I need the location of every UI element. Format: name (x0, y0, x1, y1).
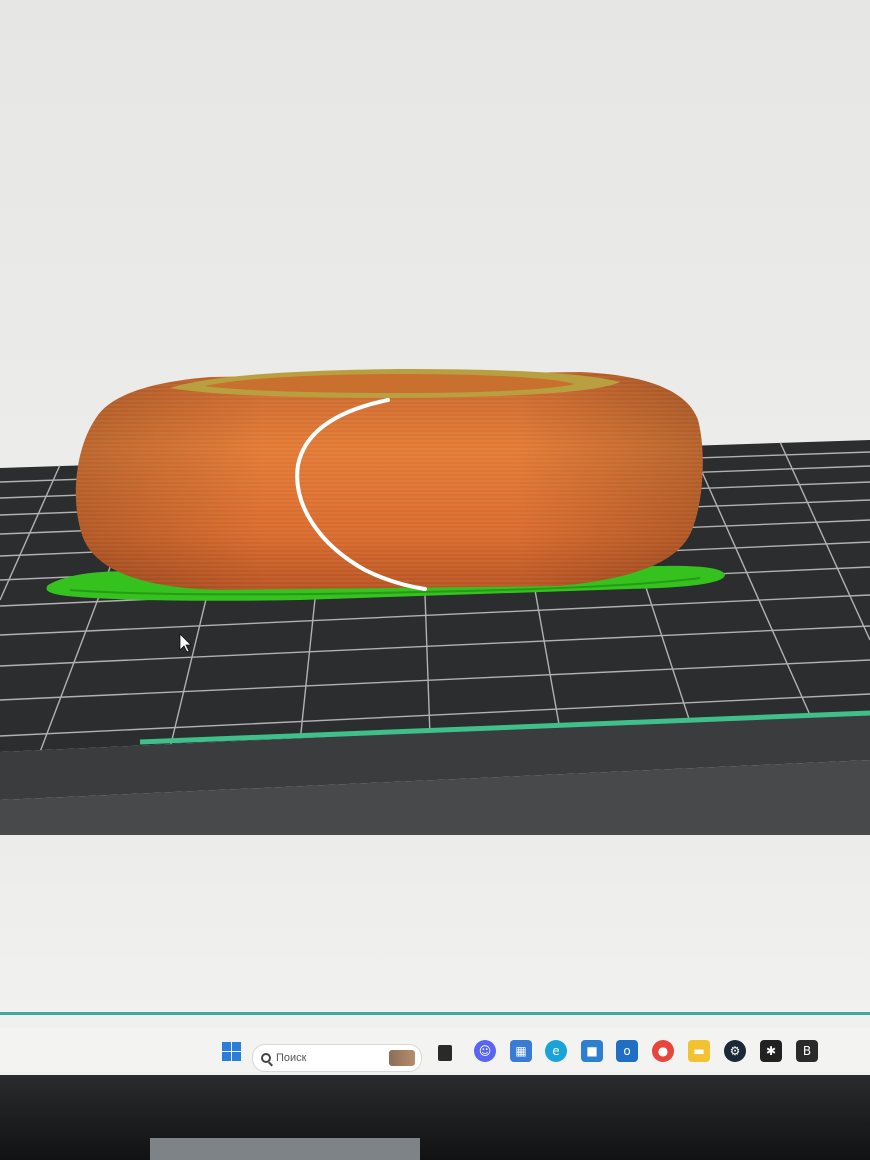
chrome-icon[interactable]: ● (652, 1040, 674, 1062)
store-icon[interactable]: ▦ (510, 1040, 532, 1062)
steam-icon[interactable]: ⚙ (724, 1040, 746, 1062)
3d-viewport[interactable] (0, 0, 870, 835)
search-placeholder: Поиск (276, 1052, 307, 1064)
file-explorer-icon[interactable]: ▬ (688, 1040, 710, 1062)
edge-icon[interactable]: e (545, 1040, 567, 1062)
monitor-bezel (0, 1075, 870, 1160)
search-icon (261, 1053, 271, 1063)
monitor-screen: Поиск ☺ ▦ e ■ o ● ▬ ⚙ ✱ B (0, 0, 870, 1090)
outlook-icon[interactable]: o (616, 1040, 638, 1062)
discord-icon[interactable]: ☺ (474, 1040, 496, 1062)
window-accent-line (0, 1012, 870, 1015)
app-store-icon[interactable]: ■ (581, 1040, 603, 1062)
slicer-app-icon[interactable]: ✱ (760, 1040, 782, 1062)
search-highlight-image (389, 1050, 415, 1066)
bambu-icon[interactable]: B (796, 1040, 818, 1062)
monitor-stand-background (150, 1138, 420, 1160)
screen-lower-panel (0, 835, 870, 1015)
windows-start-icon[interactable] (220, 1040, 242, 1062)
task-view-icon[interactable] (438, 1045, 452, 1061)
taskbar-search-box[interactable]: Поиск (252, 1044, 422, 1072)
